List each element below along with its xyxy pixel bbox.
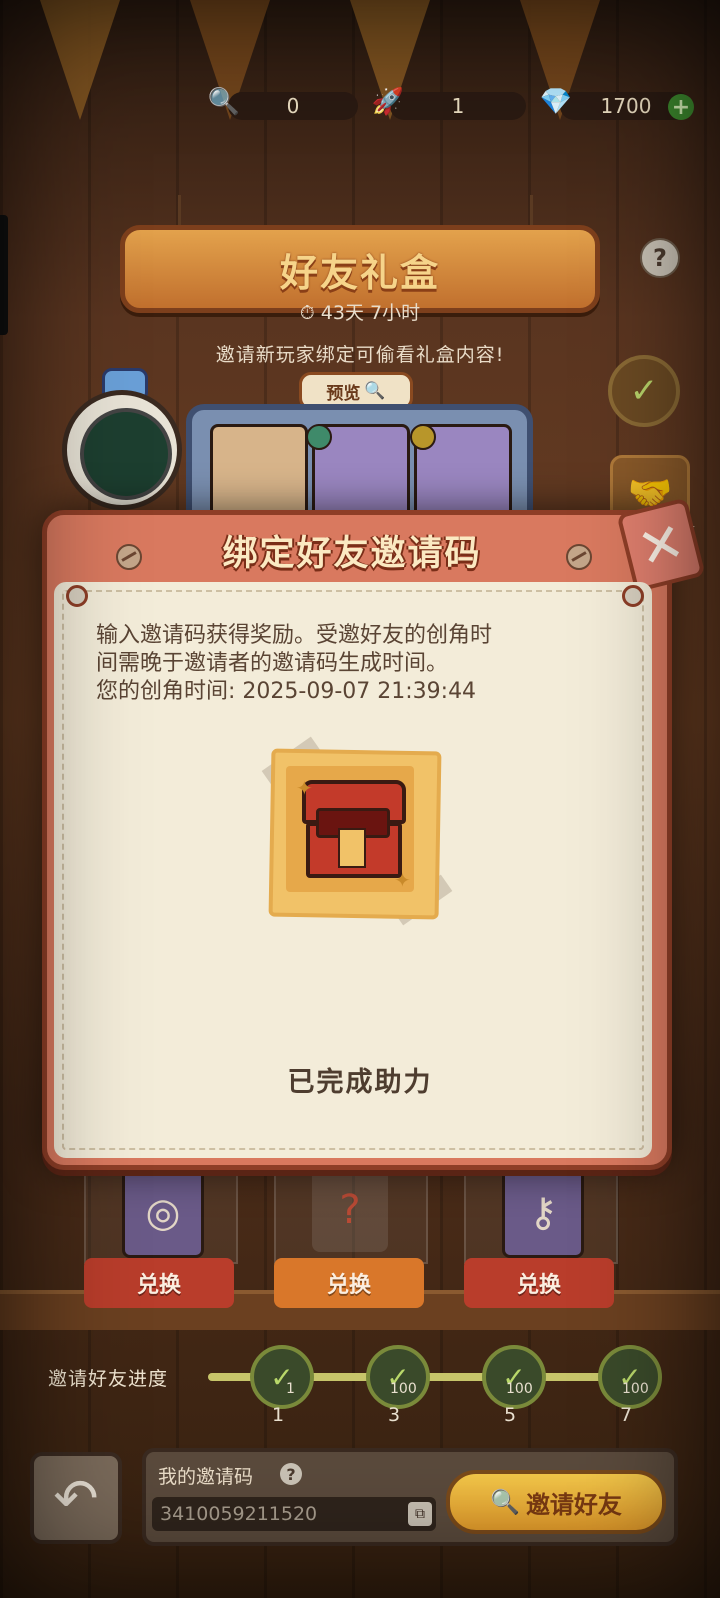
search-icon: 🔍 xyxy=(490,1488,520,1516)
progress-node-3[interactable]: ✓ xyxy=(366,1345,430,1409)
rocket-icon: 🚀 xyxy=(371,87,405,117)
help-icon: ? xyxy=(286,1464,296,1484)
invite-code: 3410059211520 xyxy=(160,1503,318,1525)
dialog-description: 输入邀请码获得奖励。受邀好友的创角时 间需晚于邀请者的邀请码生成时间。 您的创角… xyxy=(96,622,616,706)
countdown-timer: ⏱ 43天 7小时 xyxy=(299,302,421,324)
timer-text: 43天 7小时 xyxy=(320,302,421,324)
page-title: 好友礼盒 xyxy=(279,250,440,295)
card-badge-icon xyxy=(306,424,332,450)
sparkle-icon: ✦ xyxy=(394,868,411,892)
exchange-label: 兑换 xyxy=(136,1273,181,1298)
screw-decoration xyxy=(566,544,592,570)
assist-status: 已完成助力 xyxy=(287,1067,433,1098)
search-icon: 🔍 xyxy=(364,381,386,401)
copy-icon[interactable]: ⧉ xyxy=(408,1502,432,1526)
description-line: 输入邀请码获得奖励。受邀好友的创角时 xyxy=(96,623,493,648)
question-icon: ? xyxy=(312,1168,388,1252)
chest-band xyxy=(338,828,366,868)
exchange-label: 兑换 xyxy=(326,1273,371,1298)
invite-progress-label: 邀请好友进度 xyxy=(48,1368,169,1390)
exchange-button-2[interactable]: 兑换 xyxy=(274,1258,424,1308)
pennant-decoration xyxy=(40,0,120,120)
exchange-label: 兑换 xyxy=(516,1273,561,1298)
my-code-label: 我的邀请码 xyxy=(158,1466,254,1488)
node-number: 1 xyxy=(271,1404,285,1426)
dialog-title: 绑定好友邀请码 xyxy=(222,533,482,574)
invite-button-label: 邀请好友 xyxy=(525,1490,622,1519)
invite-friends-button[interactable]: 🔍 邀请好友 xyxy=(446,1470,666,1534)
pin-decoration xyxy=(66,585,88,607)
help-button[interactable]: ? xyxy=(640,238,680,278)
magnifier-count: 0 xyxy=(286,94,300,118)
pin-decoration xyxy=(622,585,644,607)
invite-code-field: 3410059211520 xyxy=(152,1497,436,1531)
exchange-button-3[interactable]: 兑换 xyxy=(464,1258,614,1308)
progress-node-5[interactable]: ✓ xyxy=(482,1345,546,1409)
diamond-count: 1700 xyxy=(600,94,652,118)
node-count: 100 xyxy=(390,1381,417,1397)
card-badge-icon xyxy=(410,424,436,450)
code-help-button[interactable]: ? xyxy=(280,1463,302,1485)
creation-time: 您的创角时间: 2025-09-07 21:39:44 xyxy=(96,679,477,704)
description-line: 间需晚于邀请者的邀请码生成时间。 xyxy=(96,651,449,676)
progress-node-7[interactable]: ✓ xyxy=(598,1345,662,1409)
node-number: 5 xyxy=(503,1404,517,1426)
back-button[interactable]: ↶ xyxy=(30,1452,122,1544)
diamond-icon: 💎 xyxy=(539,87,573,117)
node-count: 1 xyxy=(286,1381,295,1397)
help-icon: ? xyxy=(653,244,667,272)
magnifier-counter: 0 xyxy=(228,92,358,120)
node-count: 100 xyxy=(506,1381,533,1397)
rocket-counter: 1 xyxy=(390,92,526,120)
node-number: 3 xyxy=(387,1404,401,1426)
node-count: 100 xyxy=(622,1381,649,1397)
preview-label: 预览 xyxy=(326,383,361,404)
rocket-count: 1 xyxy=(451,94,465,118)
add-diamond-button[interactable]: + xyxy=(668,94,694,120)
exchange-button-1[interactable]: 兑换 xyxy=(84,1258,234,1308)
key-icon: ⚷ xyxy=(502,1168,584,1258)
screw-decoration xyxy=(116,544,142,570)
close-icon: ✕ xyxy=(631,508,691,582)
progress-node-1[interactable]: ✓ xyxy=(250,1345,314,1409)
checkmark-stamp-icon[interactable]: ✓ xyxy=(608,355,680,427)
magnifier-icon: 🔍 xyxy=(207,87,241,117)
mascot-face xyxy=(80,408,172,500)
sparkle-icon: ✦ xyxy=(296,776,313,800)
back-arrow-icon: ↶ xyxy=(53,1466,99,1530)
treasure-chest-icon xyxy=(302,780,406,878)
mascot-character xyxy=(62,360,192,510)
node-number: 7 xyxy=(619,1404,633,1426)
bracelet-icon: ◎ xyxy=(122,1168,204,1258)
